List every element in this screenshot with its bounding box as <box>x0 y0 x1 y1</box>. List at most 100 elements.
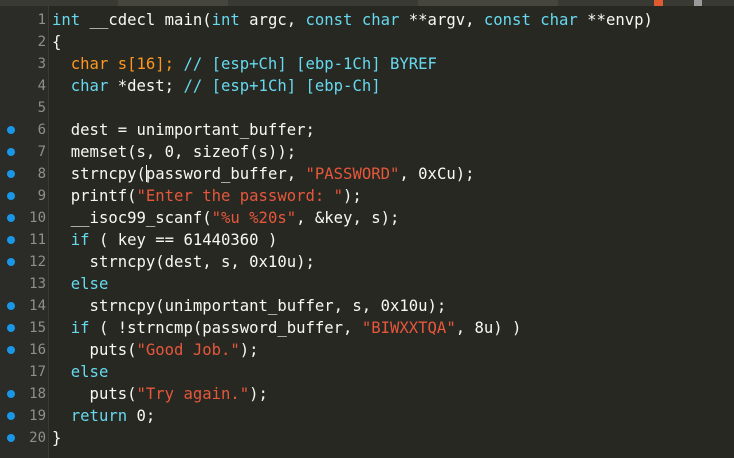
line-number: 3 <box>37 56 46 72</box>
code-token: puts( <box>52 385 137 403</box>
line-number: 6 <box>37 122 46 138</box>
code-text[interactable]: return 0; <box>52 405 156 427</box>
code-text[interactable]: if ( key == 61440360 ) <box>52 229 278 251</box>
line-number: 5 <box>37 100 46 116</box>
code-text[interactable]: if ( !strncmp(password_buffer, "BIWXXTQA… <box>52 317 522 339</box>
code-token: strncpy(unimportant_buffer, s, 0x10u); <box>52 297 447 315</box>
code-line[interactable]: 11 if ( key == 61440360 ) <box>0 229 734 251</box>
code-token: , &key, s); <box>296 209 400 227</box>
code-line[interactable]: 5 <box>0 97 734 119</box>
code-line[interactable]: 18 puts("Try again."); <box>0 383 734 405</box>
code-text[interactable]: puts("Try again."); <box>52 383 268 405</box>
line-number: 1 <box>37 12 46 28</box>
code-text[interactable]: int __cdecl main(int argc, const char **… <box>52 9 653 31</box>
code-token: ); <box>239 341 259 359</box>
code-token: else <box>52 363 109 381</box>
code-line[interactable]: 14 strncpy(unimportant_buffer, s, 0x10u)… <box>0 295 734 317</box>
code-token: const char <box>305 11 400 29</box>
code-token: } <box>52 429 62 447</box>
code-token: ( !strncmp(password_buffer, <box>89 319 362 337</box>
code-token: puts( <box>52 341 137 359</box>
code-line[interactable]: 13 else <box>0 273 734 295</box>
code-line[interactable]: 17 else <box>0 361 734 383</box>
code-line[interactable]: 10 __isoc99_scanf("%u %20s", &key, s); <box>0 207 734 229</box>
code-token: "Good Job." <box>136 341 240 359</box>
breakpoint-dot-icon[interactable] <box>7 390 15 398</box>
code-token: dest = unimportant_buffer; <box>52 121 315 139</box>
code-token: printf( <box>52 187 137 205</box>
breakpoint-dot-icon[interactable] <box>7 236 15 244</box>
code-token: "BIWXXTQA" <box>361 319 456 337</box>
code-token: argc, <box>239 11 306 29</box>
code-text[interactable]: dest = unimportant_buffer; <box>52 119 315 141</box>
code-text[interactable]: char *dest; // [esp+1Ch] [ebp-Ch] <box>52 75 381 97</box>
code-token: char <box>52 77 109 95</box>
code-text[interactable]: strncpy(dest, s, 0x10u); <box>52 251 315 273</box>
code-text[interactable]: printf("Enter the password: "); <box>52 185 362 207</box>
code-line[interactable]: 19 return 0; <box>0 405 734 427</box>
code-line[interactable]: 15 if ( !strncmp(password_buffer, "BIWXX… <box>0 317 734 339</box>
breakpoint-dot-icon[interactable] <box>7 434 15 442</box>
code-token: const char <box>483 11 578 29</box>
code-text[interactable]: strncpy(unimportant_buffer, s, 0x10u); <box>52 295 447 317</box>
code-line[interactable]: 1 int __cdecl main(int argc, const char *… <box>0 9 734 31</box>
code-line[interactable]: 20} <box>0 427 734 449</box>
line-number: 8 <box>37 166 46 182</box>
code-text[interactable]: } <box>52 427 61 449</box>
code-token: **argv, <box>399 11 484 29</box>
breakpoint-dot-icon[interactable] <box>7 302 15 310</box>
code-token: return <box>52 407 128 425</box>
code-token: strncpy(dest, s, 0x10u); <box>52 253 315 271</box>
code-token: else <box>52 275 109 293</box>
breakpoint-dot-icon[interactable] <box>7 170 15 178</box>
code-token: *dest; <box>108 77 184 95</box>
code-text[interactable]: strncpy(password_buffer, "PASSWORD", 0xC… <box>52 163 475 185</box>
pseudocode-editor[interactable]: 1 int __cdecl main(int argc, const char *… <box>0 6 734 458</box>
code-text[interactable]: puts("Good Job."); <box>52 339 259 361</box>
code-line[interactable]: 4 char *dest; // [esp+1Ch] [ebp-Ch] <box>0 75 734 97</box>
code-line[interactable]: 8 strncpy(password_buffer, "PASSWORD", 0… <box>0 163 734 185</box>
line-number: 16 <box>29 342 46 358</box>
code-token: ( key == 61440360 ) <box>89 231 278 249</box>
code-line[interactable]: 12 strncpy(dest, s, 0x10u); <box>0 251 734 273</box>
line-number: 18 <box>29 386 46 402</box>
code-text[interactable]: __isoc99_scanf("%u %20s", &key, s); <box>52 207 400 229</box>
line-number: 11 <box>29 232 46 248</box>
code-text[interactable]: char s[16]; // [esp+Ch] [ebp-1Ch] BYREF <box>52 53 437 75</box>
code-token: if <box>52 231 90 249</box>
code-token: "Try again." <box>136 385 250 403</box>
code-token: __isoc99_scanf( <box>52 209 212 227</box>
breakpoint-dot-icon[interactable] <box>7 324 15 332</box>
code-token: "%u %20s" <box>211 209 297 227</box>
line-number: 12 <box>29 254 46 270</box>
code-token: , 8u) ) <box>455 319 522 337</box>
code-line[interactable]: 9 printf("Enter the password: "); <box>0 185 734 207</box>
code-line[interactable]: 7 memset(s, 0, sizeof(s)); <box>0 141 734 163</box>
code-line[interactable]: 3 char s[16]; // [esp+Ch] [ebp-1Ch] BYRE… <box>0 53 734 75</box>
breakpoint-dot-icon[interactable] <box>7 214 15 222</box>
code-token: { <box>52 33 62 51</box>
code-token: // [esp+1Ch] [ebp-Ch] <box>183 77 381 95</box>
code-text[interactable]: memset(s, 0, sizeof(s)); <box>52 141 296 163</box>
code-token: __cdecl main( <box>80 11 212 29</box>
code-token: 0; <box>127 407 156 425</box>
breakpoint-dot-icon[interactable] <box>7 126 15 134</box>
code-token: password_buffer, <box>145 165 306 183</box>
breakpoint-dot-icon[interactable] <box>7 148 15 156</box>
breakpoint-dot-icon[interactable] <box>7 412 15 420</box>
breakpoint-dot-icon[interactable] <box>7 346 15 354</box>
code-line[interactable]: 2{ <box>0 31 734 53</box>
code-line[interactable]: 6 dest = unimportant_buffer; <box>0 119 734 141</box>
code-text[interactable]: else <box>52 273 109 295</box>
breakpoint-dot-icon[interactable] <box>7 258 15 266</box>
line-number: 2 <box>37 34 46 50</box>
code-line[interactable]: 16 puts("Good Job."); <box>0 339 734 361</box>
code-token: // [esp+Ch] [ebp-1Ch] BYREF <box>183 55 437 73</box>
code-token: ); <box>343 187 362 205</box>
code-token: int <box>211 11 240 29</box>
line-number: 9 <box>37 188 46 204</box>
breakpoint-dot-icon[interactable] <box>7 192 15 200</box>
code-text[interactable]: else <box>52 361 109 383</box>
line-number: 15 <box>29 320 46 336</box>
code-text[interactable]: { <box>52 31 61 53</box>
